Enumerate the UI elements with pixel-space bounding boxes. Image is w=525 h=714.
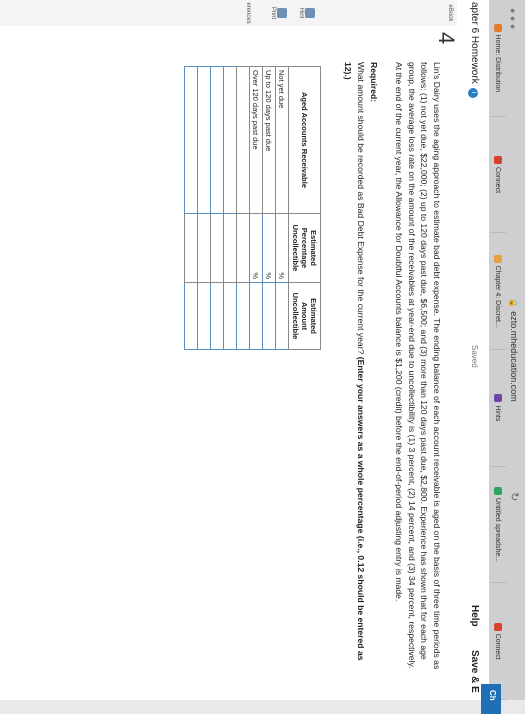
rail-ebook[interactable]: eBook: [447, 0, 453, 26]
table-row: [184, 66, 198, 350]
amount-input[interactable]: [236, 282, 250, 350]
saved-status: Saved: [470, 345, 479, 368]
header-aged-ar: Aged Accounts Receivable: [288, 66, 321, 214]
row-label: Up to 120 days past due: [262, 66, 276, 214]
blank-cell: [210, 213, 224, 283]
address-bar[interactable]: 🔒 ezto.mheducation.com: [509, 250, 519, 450]
required-text: What amount should be recorded as Bad De…: [343, 62, 367, 661]
tab-strip: Home: Distribution Connect Chapter 4: Di…: [490, 0, 506, 701]
header-amount: Estimated Amount Uncollectible: [288, 282, 321, 350]
amount-input[interactable]: [262, 282, 276, 350]
tab-favicon-icon: [494, 394, 502, 403]
rotated-screen: ● ● ● 🔒 ezto.mheducation.com ↻ Home: Dist…: [0, 0, 525, 714]
label-input[interactable]: [197, 66, 211, 214]
row-label: Over 120 days past due: [249, 66, 263, 214]
label-input[interactable]: [223, 66, 237, 214]
table-row: [210, 66, 224, 350]
blank-cell: [236, 213, 250, 283]
table-row: Not yet due %: [275, 66, 289, 350]
required-label: Required:: [369, 62, 379, 103]
rail-references[interactable]: erences: [245, 0, 251, 26]
rail-print[interactable]: Print: [270, 0, 287, 26]
tab-connect-2[interactable]: Connect: [490, 583, 506, 701]
rail-hint[interactable]: Hint: [298, 0, 315, 26]
lock-icon: 🔒: [509, 298, 518, 309]
pct-input[interactable]: %: [275, 213, 289, 283]
header-pct: Estimated Percentage Uncollectible: [288, 213, 321, 283]
pct-input[interactable]: %: [249, 213, 263, 283]
question-panel: 4 Lin's Dairy uses the aging approach to…: [0, 26, 459, 700]
amount-input[interactable]: [275, 282, 289, 350]
tab-chapter-4[interactable]: Chapter 4: Discret...: [490, 233, 506, 351]
table-row: Over 120 days past due %: [249, 66, 263, 350]
amount-input[interactable]: [223, 282, 237, 350]
table-row: [197, 66, 211, 350]
pct-input[interactable]: %: [262, 213, 276, 283]
print-icon: [277, 8, 287, 18]
info-icon[interactable]: i: [468, 87, 478, 98]
blank-cell: [223, 213, 237, 283]
answer-table: Aged Accounts Receivable Estimated Perce…: [184, 66, 321, 350]
amount-input[interactable]: [184, 282, 198, 350]
save-exit-button[interactable]: Save & E: [469, 650, 480, 693]
assignment-title: apter 6 Homeworki: [468, 2, 480, 98]
check-my-work-button[interactable]: Ch: [481, 684, 501, 714]
row-label: [236, 66, 250, 214]
tab-hints[interactable]: Hints: [490, 350, 506, 467]
row-label: Not yet due: [275, 66, 289, 214]
reload-icon[interactable]: ↻: [508, 492, 521, 501]
amount-input[interactable]: [210, 282, 224, 350]
amount-input[interactable]: [249, 282, 263, 350]
tab-untitled-spreadsheet[interactable]: Untitled spreadshe...: [490, 466, 506, 584]
tab-home-distribution[interactable]: Home: Distribution: [490, 0, 506, 117]
help-button[interactable]: Help: [469, 605, 480, 627]
table-row: [223, 66, 237, 350]
blank-cell: [197, 213, 211, 283]
tab-favicon-icon: [494, 155, 502, 164]
left-rail: eBook Hint Print erences: [0, 0, 457, 27]
hint-icon: [305, 8, 315, 18]
address-text: ezto.mheducation.com: [509, 311, 519, 402]
window-controls[interactable]: ● ● ●: [508, 8, 518, 29]
table-row: [236, 66, 250, 350]
tab-favicon-icon: [494, 622, 502, 631]
question-number: 4: [434, 32, 459, 45]
tab-favicon-icon: [494, 254, 502, 263]
tab-favicon-icon: [494, 486, 502, 495]
problem-text: Lin's Dairy uses the aging approach to e…: [394, 62, 443, 670]
label-input[interactable]: [210, 66, 224, 214]
blank-cell: [184, 213, 198, 283]
assignment-header: apter 6 Homeworki Saved Help Save & E: [456, 0, 489, 700]
browser-toolbar: ● ● ● 🔒 ezto.mheducation.com ↻ Home: Dist…: [488, 0, 525, 701]
tab-favicon-icon: [494, 23, 502, 32]
amount-input[interactable]: [197, 282, 211, 350]
table-header-row: Aged Accounts Receivable Estimated Perce…: [288, 66, 321, 350]
label-input[interactable]: [184, 66, 198, 214]
table-row: Up to 120 days past due %: [262, 66, 276, 350]
tab-connect[interactable]: Connect: [490, 116, 506, 234]
